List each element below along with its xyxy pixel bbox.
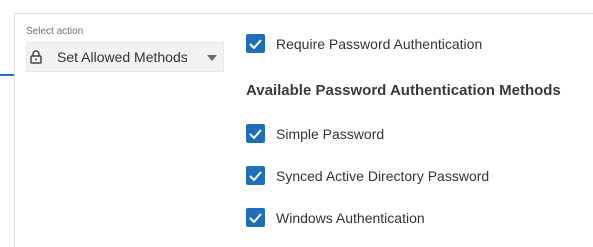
check-icon	[249, 128, 262, 139]
method-label: Simple Password	[276, 125, 385, 142]
chevron-down-icon[interactable]	[207, 55, 217, 61]
side-divider	[14, 13, 15, 247]
require-password-checkbox[interactable]	[246, 34, 265, 53]
top-divider	[14, 13, 593, 14]
require-password-row[interactable]: Require Password Authentication	[246, 34, 482, 53]
check-icon	[249, 212, 262, 223]
active-indicator	[0, 74, 14, 76]
lock-icon	[30, 49, 44, 65]
methods-section-title: Available Password Authentication Method…	[246, 82, 561, 99]
check-icon	[249, 38, 262, 49]
action-select-value: Set Allowed Methods	[57, 49, 188, 65]
select-action-label: Select action	[26, 26, 84, 37]
require-password-label: Require Password Authentication	[276, 35, 483, 52]
simple-password-checkbox[interactable]	[246, 124, 265, 143]
windows-authentication-checkbox[interactable]	[246, 208, 265, 227]
action-select[interactable]: Set Allowed Methods	[26, 42, 224, 72]
synced-ad-password-checkbox[interactable]	[246, 166, 265, 185]
method-item-synced-ad-password[interactable]: Synced Active Directory Password	[246, 166, 489, 185]
method-label: Windows Authentication	[276, 209, 425, 226]
method-label: Synced Active Directory Password	[276, 167, 490, 184]
method-item-simple-password[interactable]: Simple Password	[246, 124, 384, 143]
check-icon	[249, 170, 262, 181]
method-item-windows-authentication[interactable]: Windows Authentication	[246, 208, 425, 227]
